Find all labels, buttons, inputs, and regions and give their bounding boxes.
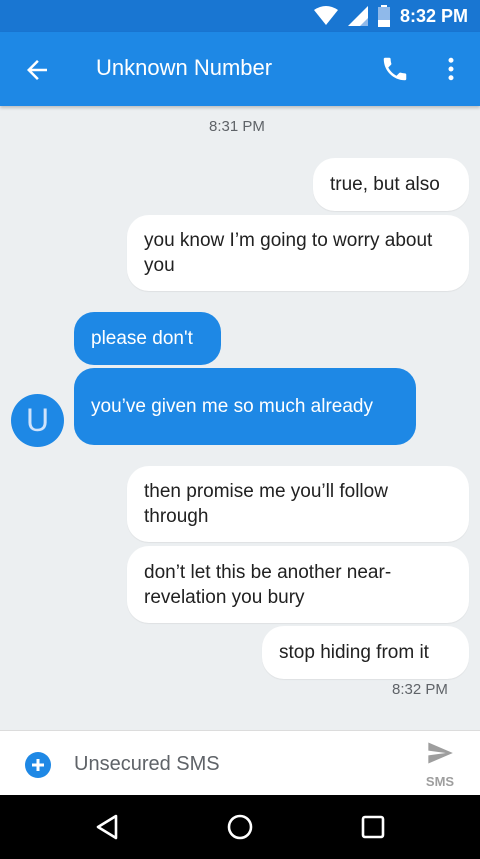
timestamp: 8:31 PM	[209, 118, 265, 135]
phone-icon[interactable]	[380, 54, 410, 84]
conversation-title: Unknown Number	[96, 55, 273, 80]
wifi-icon	[313, 6, 338, 25]
timestamp: 8:32 PM	[392, 681, 448, 698]
contact-avatar[interactable]: U	[11, 394, 64, 447]
more-vert-icon[interactable]	[436, 54, 466, 84]
message-outgoing[interactable]: you know I’m going to worry about you	[127, 215, 469, 291]
message-incoming[interactable]: please don't	[74, 312, 221, 365]
message-outgoing[interactable]: stop hiding from it	[262, 626, 469, 679]
message-text: you’ve given me so much already	[91, 396, 373, 417]
status-icons: 8:32 PM	[313, 0, 468, 32]
message-text: then promise me you’ll follow through	[144, 481, 388, 527]
app-bar: Unknown Number	[0, 32, 480, 106]
send-label: SMS	[425, 774, 455, 789]
message-text: true, but also	[330, 174, 440, 195]
message-outgoing[interactable]: don’t let this be another near-revelatio…	[127, 546, 469, 623]
composer: SMS	[0, 730, 480, 796]
status-bar: 8:32 PM	[0, 0, 480, 32]
send-button[interactable]: SMS	[420, 739, 460, 791]
status-time: 8:32 PM	[399, 5, 468, 26]
message-incoming[interactable]: you’ve given me so much already	[74, 368, 416, 445]
message-outgoing[interactable]: then promise me you’ll follow through	[127, 466, 469, 542]
message-input[interactable]	[74, 748, 374, 780]
send-icon	[428, 742, 453, 764]
message-text: please don't	[91, 328, 193, 349]
navigation-bar	[0, 795, 480, 859]
nav-back-icon[interactable]	[92, 812, 122, 842]
message-text: stop hiding from it	[279, 642, 429, 663]
message-text: you know I’m going to worry about you	[144, 230, 433, 276]
message-text: don’t let this be another near-revelatio…	[144, 561, 392, 608]
battery-icon	[377, 5, 390, 27]
back-arrow-icon[interactable]	[22, 55, 52, 85]
nav-home-icon[interactable]	[225, 812, 255, 842]
add-icon[interactable]	[24, 751, 52, 779]
nav-recents-icon[interactable]	[358, 812, 388, 842]
message-outgoing[interactable]: true, but also	[313, 158, 469, 211]
conversation-view: 8:31 PM true, but also you know I’m goin…	[0, 106, 480, 730]
avatar-letter: U	[25, 402, 50, 438]
signal-icon	[347, 6, 368, 26]
